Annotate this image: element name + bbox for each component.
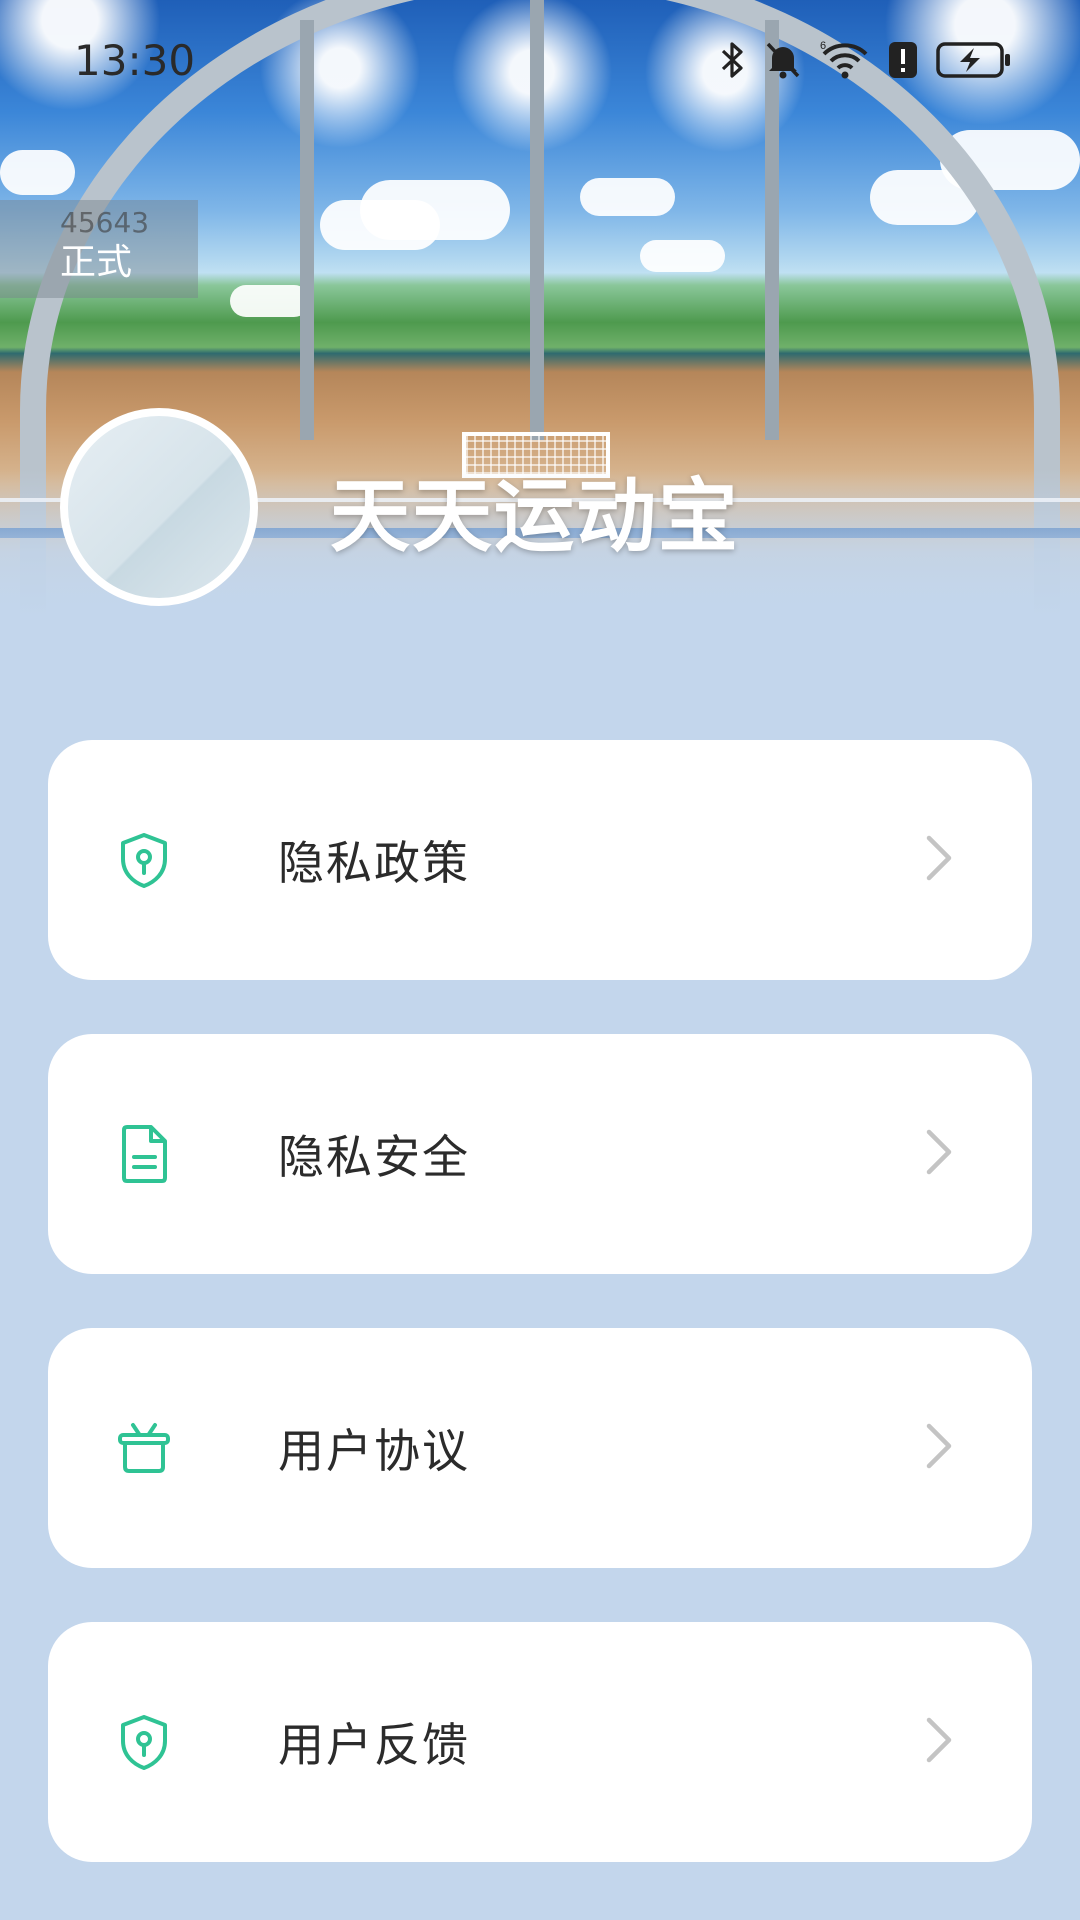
menu-item-label: 用户反馈 <box>278 1718 470 1772</box>
status-time: 13:30 <box>74 35 196 85</box>
status-bar: 13:30 6 <box>0 0 1080 120</box>
menu-item-privacy-security[interactable]: 隐私安全 <box>48 1034 1032 1274</box>
menu-item-user-feedback[interactable]: 用户反馈 <box>48 1622 1032 1862</box>
cloud <box>0 150 75 195</box>
menu-item-user-agreement[interactable]: 用户协议 <box>48 1328 1032 1568</box>
menu-item-label: 隐私安全 <box>278 1130 470 1184</box>
shield-icon <box>116 1711 172 1773</box>
svg-text:6: 6 <box>820 40 826 52</box>
app-name: 天天运动宝 <box>330 470 740 563</box>
bluetooth-icon <box>720 41 746 79</box>
alert-icon <box>888 40 918 80</box>
build-badge: 45643 正式 <box>0 200 198 298</box>
menu-item-label: 用户协议 <box>278 1424 470 1478</box>
basket-icon <box>116 1417 172 1479</box>
status-icons: 6 <box>720 40 1012 80</box>
chevron-right-icon <box>924 1421 954 1475</box>
chevron-right-icon <box>924 833 954 887</box>
build-type: 正式 <box>60 242 133 283</box>
document-icon <box>116 1123 172 1185</box>
menu-list: 隐私政策 隐私安全 用户协议 用户反馈 <box>48 740 1032 1916</box>
chevron-right-icon <box>924 1715 954 1769</box>
wifi-icon: 6 <box>820 40 870 80</box>
menu-item-label: 隐私政策 <box>278 836 470 890</box>
battery-charging-icon <box>936 40 1012 80</box>
bell-muted-icon <box>764 40 802 80</box>
menu-item-privacy-policy[interactable]: 隐私政策 <box>48 740 1032 980</box>
avatar[interactable] <box>60 408 258 606</box>
build-id: 45643 <box>60 206 150 239</box>
chevron-right-icon <box>924 1127 954 1181</box>
shield-icon <box>116 829 172 891</box>
